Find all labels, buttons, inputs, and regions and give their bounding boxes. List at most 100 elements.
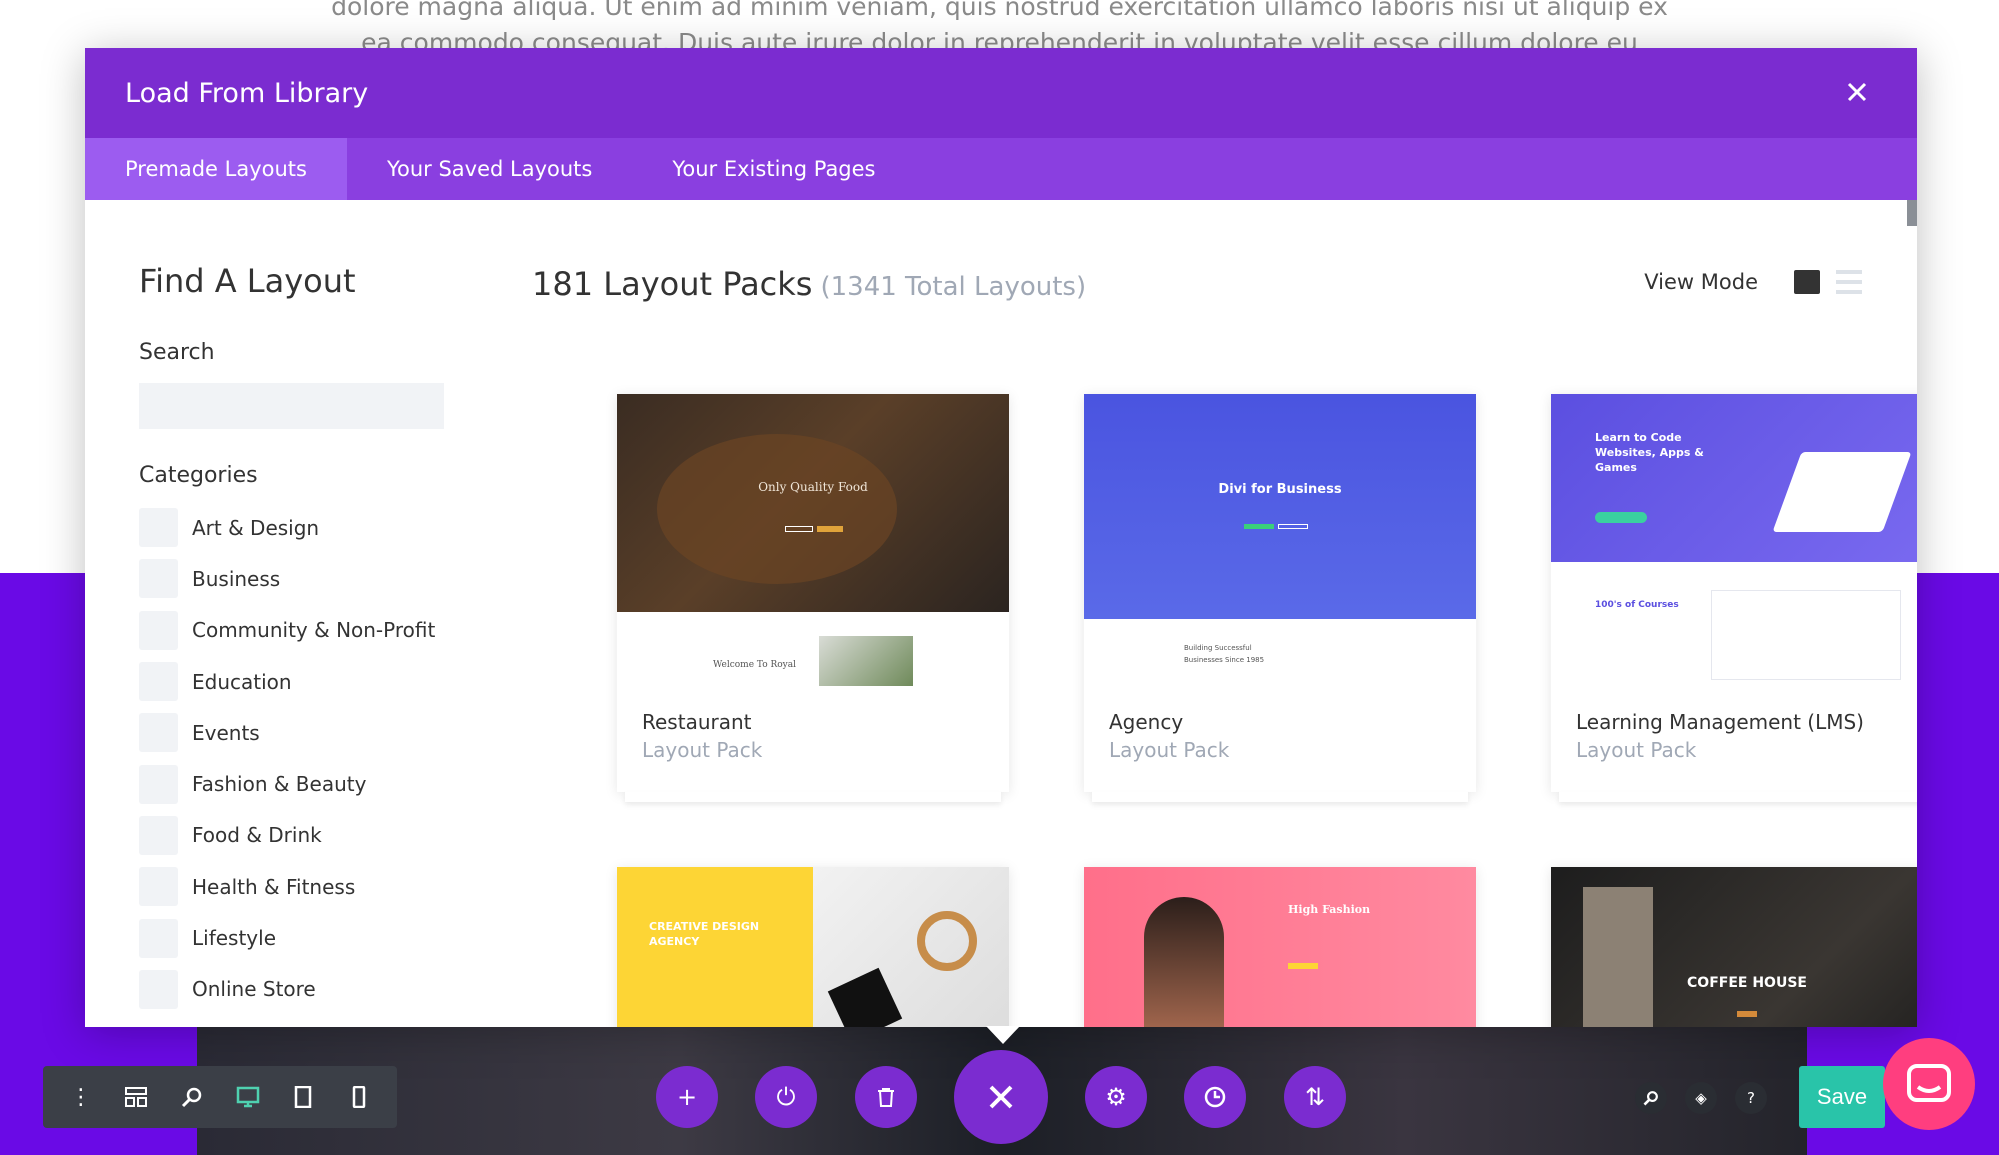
category-item-fashion-beauty[interactable]: Fashion & Beauty xyxy=(139,758,459,809)
thumbnail-heading: Learn to Code Websites, Apps & Games xyxy=(1595,431,1704,474)
card-title: Learning Management (LMS) xyxy=(1576,710,1864,734)
phone-view-button[interactable] xyxy=(339,1077,379,1117)
vertical-dots-icon: ⋮ xyxy=(69,1084,92,1110)
layout-thumbnail: Divi for Business Building Successful Bu… xyxy=(1084,394,1476,686)
category-item-community-non-profit[interactable]: Community & Non-Profit xyxy=(139,605,459,656)
layout-pack-card-restaurant[interactable]: Only Quality Food Welcome To Royal Resta… xyxy=(617,394,1009,802)
modal-tabbar: Premade Layouts Your Saved Layouts Your … xyxy=(85,138,1917,200)
clear-layout-button[interactable] xyxy=(855,1066,917,1128)
sort-arrows-icon: ⇅ xyxy=(1304,1083,1326,1111)
category-label: Community & Non-Profit xyxy=(192,618,436,643)
thumbnail-subheading: 100's of Courses xyxy=(1595,600,1679,610)
packs-count-title: 181 Layout Packs xyxy=(532,265,813,303)
desktop-view-button[interactable] xyxy=(228,1077,268,1117)
gear-icon: ⚙ xyxy=(1105,1083,1127,1111)
category-label: Food & Drink xyxy=(192,823,322,848)
thumbnail-subheading: Welcome To Royal xyxy=(713,660,797,670)
modal-header: Load From Library xyxy=(85,48,1917,138)
card-title: Agency xyxy=(1109,710,1184,734)
categories-label: Categories xyxy=(139,463,258,488)
thumbnail-image xyxy=(819,636,913,686)
sidebar-title: Find A Layout xyxy=(139,262,356,300)
scrollbar-thumb[interactable] xyxy=(1907,200,1917,226)
card-subtitle: Layout Pack xyxy=(1576,738,1697,762)
view-mode-label: View Mode xyxy=(1644,270,1758,294)
category-checkbox[interactable] xyxy=(139,559,178,599)
layers-button[interactable]: ◈ xyxy=(1685,1082,1717,1114)
layout-pack-card-agency[interactable]: Divi for Business Building Successful Bu… xyxy=(1084,394,1476,802)
layout-packs-panel: 181 Layout Packs (1341 Total Layouts) Vi… xyxy=(532,200,1917,1027)
layout-pack-card-design-agency[interactable]: CREATIVE DESIGN AGENCY xyxy=(617,867,1009,1027)
category-checkbox[interactable] xyxy=(139,713,178,753)
thumbnail-button xyxy=(1288,963,1318,969)
history-button[interactable] xyxy=(1184,1066,1246,1128)
card-title: Restaurant xyxy=(642,710,752,734)
load-from-library-modal: Load From Library Premade Layouts Your S… xyxy=(85,48,1917,1027)
category-label: Business xyxy=(192,566,281,591)
tab-premade-layouts[interactable]: Premade Layouts xyxy=(85,138,347,200)
portability-button[interactable]: ⇅ xyxy=(1284,1066,1346,1128)
thumbnail-heading: CREATIVE DESIGN AGENCY xyxy=(649,920,760,948)
layout-pack-card-learning-management[interactable]: Learn to Code Websites, Apps & Games 100… xyxy=(1551,394,1917,802)
phone-icon xyxy=(352,1086,366,1108)
save-button[interactable]: Save xyxy=(1799,1066,1885,1128)
category-label: Fashion & Beauty xyxy=(192,772,367,797)
tablet-view-button[interactable] xyxy=(283,1077,323,1117)
grid-view-icon[interactable] xyxy=(1794,270,1820,294)
layout-pack-card-coffee-house[interactable]: COFFEE HOUSE xyxy=(1551,867,1917,1027)
category-label: Education xyxy=(192,669,292,694)
tab-your-saved-layouts[interactable]: Your Saved Layouts xyxy=(347,138,632,200)
category-item-education[interactable]: Education xyxy=(139,656,459,707)
more-options-button[interactable]: ⋮ xyxy=(61,1077,101,1117)
category-checkbox[interactable] xyxy=(139,508,178,548)
category-item-art-design[interactable]: Art & Design xyxy=(139,502,459,553)
list-view-icon[interactable] xyxy=(1836,270,1862,294)
category-checkbox[interactable] xyxy=(139,610,178,650)
thumbnail-course-grid xyxy=(1711,590,1901,680)
category-checkbox[interactable] xyxy=(139,815,178,855)
wireframe-view-button[interactable] xyxy=(116,1077,156,1117)
tab-your-existing-pages[interactable]: Your Existing Pages xyxy=(632,138,915,200)
chat-launcher-button[interactable] xyxy=(1883,1038,1975,1130)
help-button[interactable]: ? xyxy=(1735,1082,1767,1114)
close-library-button[interactable] xyxy=(954,1050,1048,1144)
category-item-food-drink[interactable]: Food & Drink xyxy=(139,810,459,861)
category-checkbox[interactable] xyxy=(139,918,178,958)
thumbnail-button xyxy=(785,526,813,532)
category-checkbox[interactable] xyxy=(139,969,178,1009)
search-input[interactable] xyxy=(139,383,444,429)
category-item-business[interactable]: Business xyxy=(139,553,459,604)
category-checkbox[interactable] xyxy=(139,764,178,804)
power-icon: ⏻ xyxy=(776,1083,796,1111)
magnifier-icon xyxy=(1643,1091,1658,1106)
load-layout-button[interactable]: ⏻ xyxy=(755,1066,817,1128)
add-module-button[interactable]: + xyxy=(656,1066,718,1128)
page-settings-button[interactable]: ⚙ xyxy=(1085,1066,1147,1128)
zoom-button[interactable] xyxy=(172,1077,212,1117)
layers-icon: ◈ xyxy=(1695,1089,1707,1107)
thumbnail-button xyxy=(1244,524,1274,529)
view-mode-switcher: View Mode xyxy=(1644,270,1862,294)
thumbnail-button xyxy=(1595,512,1647,523)
category-checkbox[interactable] xyxy=(139,662,178,702)
category-label: Health & Fitness xyxy=(192,874,356,899)
thumbnail-button xyxy=(817,526,843,532)
category-label: Lifestyle xyxy=(192,926,277,951)
thumbnail-button xyxy=(1278,524,1308,529)
close-button[interactable] xyxy=(1837,76,1877,111)
category-label: Art & Design xyxy=(192,515,320,540)
thumbnail-hero xyxy=(1084,867,1476,1027)
category-item-events[interactable]: Events xyxy=(139,707,459,758)
category-item-health-fitness[interactable]: Health & Fitness xyxy=(139,861,459,912)
layout-pack-card-fashion[interactable]: High Fashion xyxy=(1084,867,1476,1027)
category-checkbox[interactable] xyxy=(139,867,178,907)
trash-icon xyxy=(878,1088,894,1107)
layout-thumbnail: Only Quality Food Welcome To Royal xyxy=(617,394,1009,686)
search-button[interactable] xyxy=(1635,1082,1667,1114)
close-icon xyxy=(1847,82,1867,101)
thumbnail-heading: COFFEE HOUSE xyxy=(1687,975,1807,991)
category-item-online-store[interactable]: Online Store xyxy=(139,964,459,1015)
thumbnail-heading: Divi for Business xyxy=(1218,482,1342,497)
category-list: Art & Design Business Community & Non-Pr… xyxy=(139,502,459,1015)
category-item-lifestyle[interactable]: Lifestyle xyxy=(139,912,459,963)
